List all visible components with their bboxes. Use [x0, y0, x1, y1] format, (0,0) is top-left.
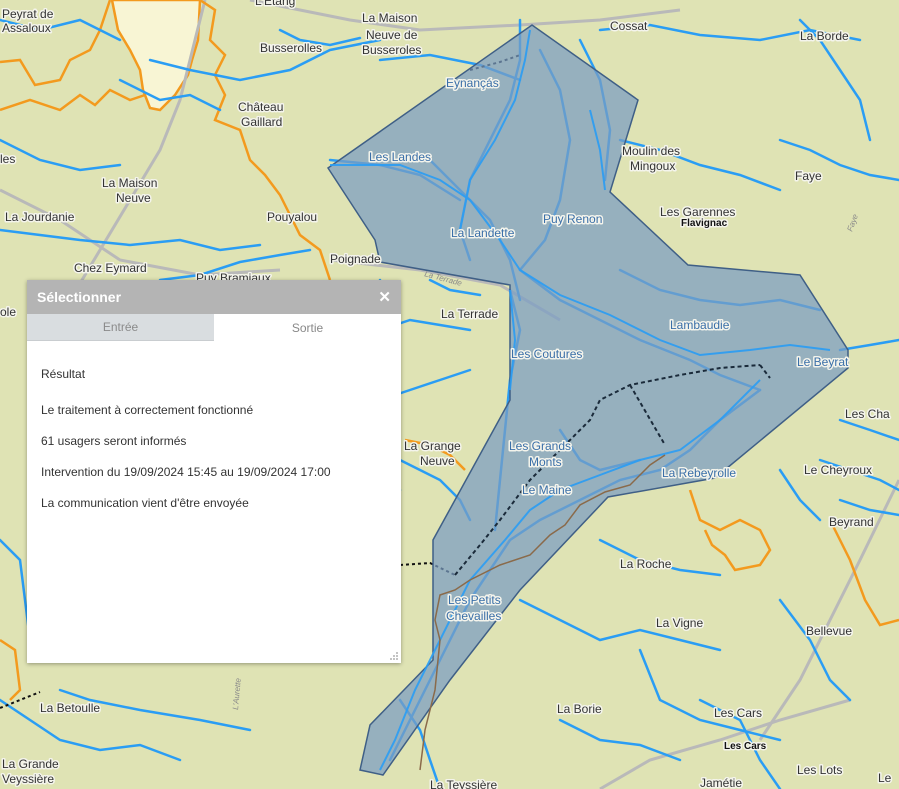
result-title: Résultat: [41, 367, 86, 381]
label-la-grange-1: La Grange: [404, 439, 461, 453]
label-les-landes: Les Landes: [369, 150, 431, 164]
label-busserolles: Busserolles: [260, 41, 322, 55]
label-maison-neuve-busseroles-1: La Maison: [362, 11, 417, 25]
label-le-maine: Le Maine: [522, 483, 572, 497]
label-grands-monts-1: Les Grands: [509, 439, 571, 453]
label-moulin2: Mingoux: [630, 159, 675, 173]
label-teyssiere: La Teyssière: [430, 778, 497, 789]
resize-handle-icon[interactable]: [390, 652, 398, 660]
panel-title: Sélectionner: [37, 289, 122, 305]
result-line-status: Le traitement à correctement fonctionné: [41, 403, 254, 417]
label-la-grange-2: Neuve: [420, 454, 455, 468]
label-chateau: Château: [238, 100, 283, 114]
label-le-beyrat: Le Beyrat: [797, 355, 849, 369]
panel-tabs: Entrée Sortie: [27, 314, 401, 341]
label-cheyroux: Le Cheyroux: [804, 463, 872, 477]
label-ole: ole: [0, 305, 16, 319]
label-petits-chevailles-2: Chevailles: [446, 609, 501, 623]
label-bellevue: Bellevue: [806, 624, 852, 638]
label-les-coutures: Les Coutures: [511, 347, 582, 361]
panel-header: Sélectionner ✕: [27, 280, 401, 314]
label-moulin1: Moulin des: [622, 144, 680, 158]
result-line-intervention: Intervention du 19/09/2024 15:45 au 19/0…: [41, 465, 331, 479]
label-la-borie: La Borie: [557, 702, 602, 716]
label-les-cha: Les Cha: [845, 407, 890, 421]
label-maison-neuve-1: La Maison: [102, 176, 157, 190]
label-jourdanie: La Jourdanie: [5, 210, 75, 224]
label-letang: L'Étang: [255, 0, 295, 8]
label-chez-eymard: Chez Eymard: [74, 261, 147, 275]
label-garennes: Les Garennes: [660, 205, 735, 219]
label-assaloux: Assaloux: [2, 21, 51, 35]
label-la-terrade: La Terrade: [441, 307, 498, 321]
label-les-cars-commune: Les Cars: [724, 741, 767, 752]
label-gaillard: Gaillard: [241, 115, 282, 129]
result-line-communication: La communication vient d'être envoyée: [41, 496, 249, 510]
label-jametie: Jamétie: [700, 776, 742, 789]
label-les: les: [0, 152, 15, 166]
close-icon[interactable]: ✕: [378, 288, 391, 306]
label-grands-monts-2: Monts: [529, 455, 562, 469]
label-le: Le: [878, 771, 892, 785]
label-la-vigne: La Vigne: [656, 616, 703, 630]
label-maison-neuve-busseroles-2: Neuve de: [366, 28, 418, 42]
label-rebeyrolle: La Rebeyrolle: [662, 466, 736, 480]
label-lambaudie: Lambaudie: [670, 318, 730, 332]
label-la-grande-2: Veyssière: [2, 772, 54, 786]
label-les-lots: Les Lots: [797, 763, 842, 777]
tab-sortie[interactable]: Sortie: [214, 314, 401, 341]
label-eynancas: Eynançás: [446, 76, 499, 90]
label-cossat: Cossat: [610, 19, 648, 33]
label-la-roche: La Roche: [620, 557, 672, 571]
label-les-cars: Les Cars: [714, 706, 762, 720]
label-beyrand: Beyrand: [829, 515, 874, 529]
label-poignade: Poignade: [330, 252, 381, 266]
label-maison-neuve-2: Neuve: [116, 191, 151, 205]
label-petits-chevailles-1: Les Petits: [448, 593, 501, 607]
label-la-betoulle: La Betoulle: [40, 701, 100, 715]
label-peyrat: Peyrat de: [2, 7, 54, 21]
label-faye: Faye: [795, 169, 822, 183]
label-puy-renon: Puy Renon: [543, 212, 602, 226]
tab-entree[interactable]: Entrée: [27, 314, 214, 341]
label-maison-neuve-busseroles-3: Busseroles: [362, 43, 421, 57]
label-flavignac: Flavignac: [681, 218, 728, 229]
label-laborde: La Borde: [800, 29, 849, 43]
select-panel: Sélectionner ✕ Entrée Sortie Résultat Le…: [27, 280, 401, 663]
label-pouyalou: Pouyalou: [267, 210, 317, 224]
label-la-grande-1: La Grande: [2, 757, 59, 771]
result-line-users: 61 usagers seront informés: [41, 434, 187, 448]
panel-body: Résultat Le traitement à correctement fo…: [27, 341, 401, 510]
label-la-landette: La Landette: [451, 226, 515, 240]
